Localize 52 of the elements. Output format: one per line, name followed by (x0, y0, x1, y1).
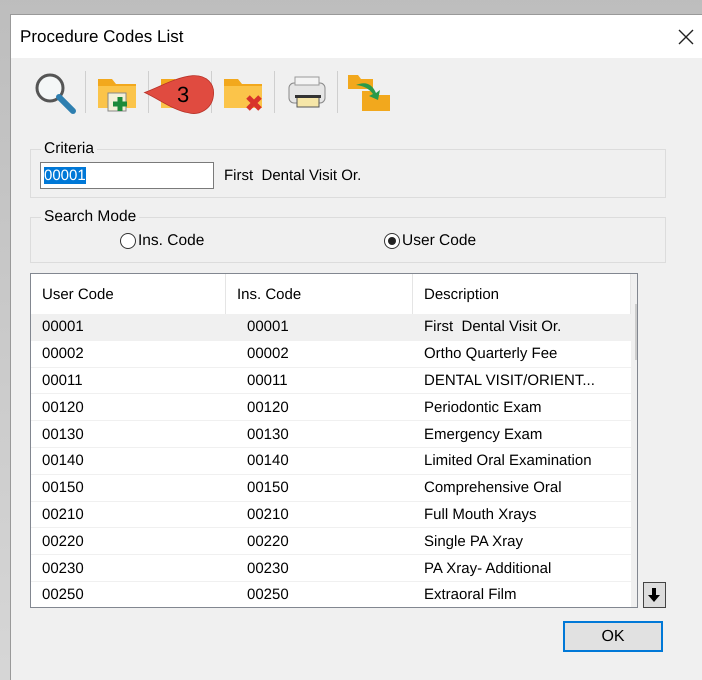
radio-label[interactable]: User Code (402, 232, 476, 250)
step-number-tooltip: 3 (143, 74, 215, 116)
table-row[interactable]: 00120 00120 Periodontic Exam (31, 394, 631, 422)
radio-label[interactable]: Ins. Code (138, 232, 204, 250)
table-cell-text: 00210 (41, 506, 85, 523)
table-row[interactable]: 00001 00001 First Dental Visit Or. (31, 314, 631, 341)
table-cell-text: 00002 (246, 345, 290, 362)
table-cell-text: PA Xray- Additional (423, 560, 552, 577)
table-cell-text: 00001 (246, 318, 290, 336)
table-cell-text: Comprehensive Oral (423, 479, 563, 496)
table-cell-text: 00011 (246, 372, 289, 389)
table-cell-text: 00150 (246, 479, 290, 496)
table-cell-text: Emergency Exam (423, 426, 544, 443)
group-title: Search Mode (43, 208, 138, 226)
table-row[interactable]: 00220 00220 Single PA Xray (31, 528, 631, 556)
table-cell-text: Extraoral Film (423, 586, 518, 604)
table-cell-text: DENTAL VISIT/ORIENT... (423, 372, 596, 389)
table-cell-text: Ortho Quarterly Fee (423, 345, 558, 362)
table-cell-text: 00230 (246, 560, 290, 577)
group-title: Criteria (43, 140, 95, 158)
table-row[interactable]: 00140 00140 Limited Oral Examination (31, 448, 631, 475)
table-cell-text: First Dental Visit Or. (423, 318, 562, 336)
table-cell-text: 00130 (41, 426, 85, 443)
table-cell-text: 00250 (246, 586, 290, 604)
table-row[interactable]: 00230 00230 PA Xray- Additional (31, 555, 631, 582)
table-cell-text: 00001 (41, 318, 85, 336)
table-cell-text: 00011 (41, 372, 84, 389)
table-cell-text: 00210 (246, 506, 290, 523)
table-cell-text: 00120 (246, 398, 290, 416)
table-cell-text: Periodontic Exam (423, 398, 543, 416)
code-field[interactable]: 00001 (40, 162, 214, 189)
table-cell-text: 00220 (41, 532, 85, 550)
table-row[interactable]: 00002 00002 Ortho Quarterly Fee (31, 340, 631, 368)
window-title: Procedure Codes List (20, 26, 184, 46)
table-cell-text: Full Mouth Xrays (423, 506, 538, 523)
table-cell-text: Limited Oral Examination (423, 452, 593, 470)
table-cell-text: 00002 (41, 345, 85, 362)
table-cell-text: 00220 (246, 532, 290, 550)
table-cell-text: 00140 (41, 452, 85, 470)
table-cell-text: 00250 (41, 586, 85, 604)
table-row[interactable]: 00210 00210 Full Mouth Xrays (31, 502, 631, 528)
table-row[interactable]: 00130 00130 Emergency Exam (31, 421, 631, 448)
table-row[interactable]: 00150 00150 Comprehensive Oral (31, 474, 631, 502)
code-description: First Dental Visit Or. (224, 167, 362, 184)
table-cell-text: 00130 (246, 426, 290, 443)
table-row[interactable]: 00011 00011 DENTAL VISIT/ORIENT... (31, 368, 631, 394)
table-cell-text: 00140 (246, 452, 290, 470)
table-cell-text: 00230 (41, 560, 85, 577)
table-cell-text: 00120 (41, 398, 85, 416)
table-cell-text: 00150 (41, 479, 85, 496)
table-cell-text: Single PA Xray (423, 532, 524, 550)
ok-button[interactable]: OK (563, 621, 663, 652)
